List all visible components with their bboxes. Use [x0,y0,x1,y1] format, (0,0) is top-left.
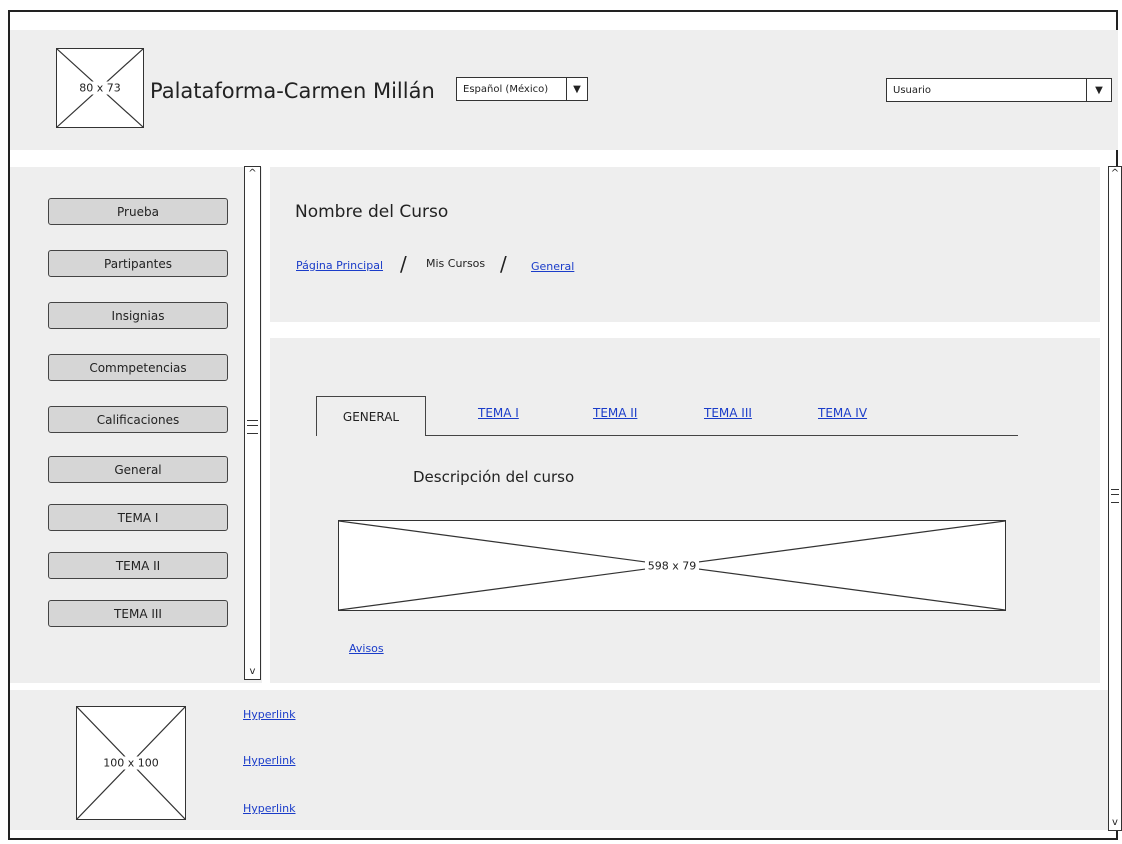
language-select-value: Español (México) [463,83,549,95]
tab-tema-i[interactable]: TEMA I [478,406,519,420]
sidebar-item-insignias[interactable]: Insignias [48,302,228,329]
notices-link[interactable]: Avisos [349,642,384,655]
sidebar-item-general[interactable]: General [48,456,228,483]
footer-link-2[interactable]: Hyperlink [243,754,296,767]
sidebar-item-calificaciones[interactable]: Calificaciones [48,406,228,433]
logo-placeholder: 80 x 73 [56,48,144,128]
scroll-up-icon[interactable]: ^ [245,167,260,181]
scroll-down-icon[interactable]: v [245,665,260,679]
description-heading: Descripción del curso [413,468,575,486]
tab-tema-ii[interactable]: TEMA II [593,406,637,420]
banner-image-placeholder: 598 x 79 [338,520,1006,611]
course-title: Nombre del Curso [295,202,449,222]
sidebar-item-participantes[interactable]: Partipantes [48,250,228,277]
sidebar-item-prueba[interactable]: Prueba [48,198,228,225]
scroll-down-icon[interactable]: v [1109,816,1121,830]
banner-placeholder-label: 598 x 79 [644,559,700,572]
footer-placeholder-label: 100 x 100 [100,756,162,770]
logo-placeholder-label: 80 x 73 [76,81,124,95]
breadcrumb-home[interactable]: Página Principal [296,259,383,272]
scroll-thumb[interactable] [247,420,258,434]
user-select[interactable]: Usuario ▼ [886,78,1112,102]
language-select[interactable]: Español (México) ▼ [456,77,588,101]
sidebar-item-tema-i[interactable]: TEMA I [48,504,228,531]
tab-tema-iii[interactable]: TEMA III [704,406,752,420]
chevron-down-icon[interactable]: ▼ [1086,79,1111,101]
footer-link-3[interactable]: Hyperlink [243,802,296,815]
sidebar-scrollbar[interactable]: ^ v [244,166,261,680]
tab-strip-divider [426,435,1018,436]
chevron-down-icon[interactable]: ▼ [566,78,587,100]
sidebar-item-tema-iii[interactable]: TEMA III [48,600,228,627]
breadcrumb-my-courses: Mis Cursos [426,257,486,270]
footer-link-1[interactable]: Hyperlink [243,708,296,721]
sidebar-item-competencias[interactable]: Commpetencias [48,354,228,381]
tab-general[interactable]: GENERAL [316,396,426,436]
sidebar-item-tema-ii[interactable]: TEMA II [48,552,228,579]
breadcrumb-separator: / [500,252,507,276]
breadcrumb-current[interactable]: General [531,260,574,273]
scroll-thumb[interactable] [1111,489,1119,503]
user-select-value: Usuario [893,84,932,96]
scroll-up-icon[interactable]: ^ [1109,167,1121,181]
app-title: Palataforma-Carmen Millán [150,79,435,103]
tab-tema-iv[interactable]: TEMA IV [818,406,867,420]
footer-image-placeholder: 100 x 100 [76,706,186,820]
page-scrollbar[interactable]: ^ v [1108,166,1122,831]
breadcrumb-separator: / [400,252,407,276]
course-header-panel [270,167,1100,322]
course-content-panel [270,338,1100,683]
